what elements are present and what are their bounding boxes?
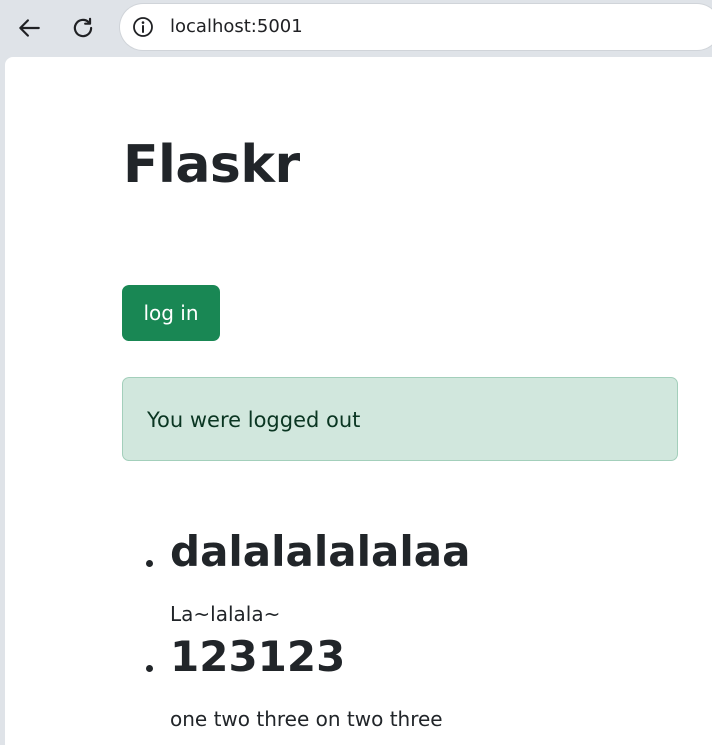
bullet-icon [146, 560, 153, 567]
reload-button[interactable] [63, 8, 103, 48]
address-bar[interactable]: localhost:5001 [120, 4, 712, 50]
back-button[interactable] [9, 8, 49, 48]
entry-title: 123123 [170, 632, 346, 681]
bullet-icon [146, 665, 153, 672]
entry-text: La~lalala~ [170, 602, 281, 626]
browser-toolbar: localhost:5001 [0, 0, 712, 56]
info-icon[interactable] [132, 16, 154, 38]
entry-title: dalalalalalaa [170, 527, 471, 576]
page-title: Flaskr [123, 135, 300, 195]
flash-message: You were logged out [147, 408, 361, 432]
entry-text: one two three on two three [170, 707, 443, 731]
url-text[interactable]: localhost:5001 [170, 17, 303, 37]
flash-alert: You were logged out [122, 377, 678, 461]
reload-icon [73, 17, 93, 38]
arrow-left-icon [19, 19, 40, 37]
login-button[interactable]: log in [122, 285, 220, 341]
page-viewport: Flaskr log in You were logged out dalala… [5, 57, 712, 745]
